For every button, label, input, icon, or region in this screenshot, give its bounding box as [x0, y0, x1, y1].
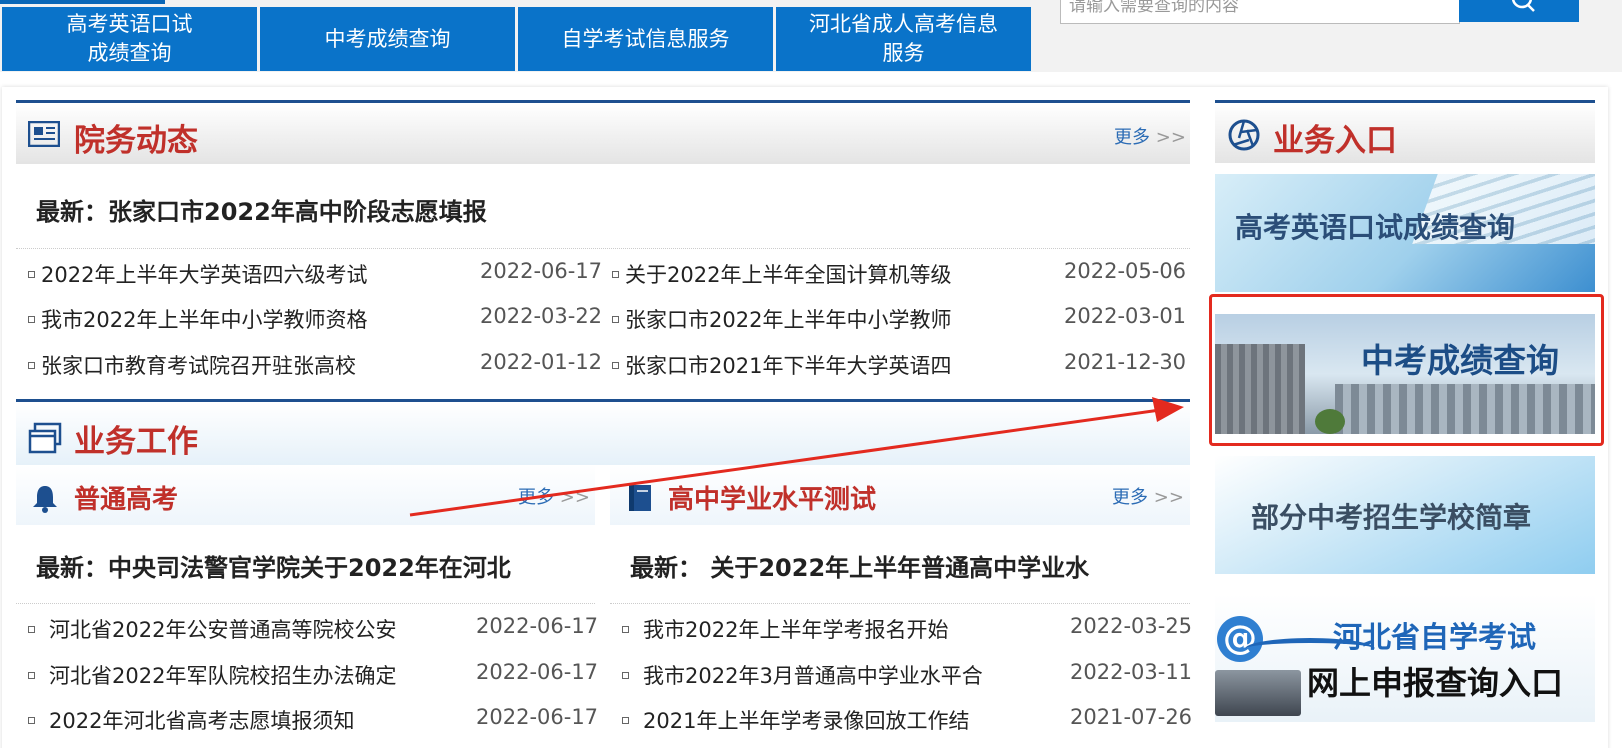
banner-label: 部分中考招生学校简章	[1251, 501, 1532, 534]
nav-label: 高考英语口试	[66, 12, 193, 36]
nav-item-gaokao-english-oral[interactable]: 高考英语口试 成绩查询	[2, 7, 257, 71]
more-link[interactable]: 更多 >>	[518, 483, 590, 509]
nav-item-adult-gaokao[interactable]: 河北省成人高考信息 服务	[776, 7, 1031, 71]
list-item-date: 2022-06-17	[476, 660, 599, 684]
search-input[interactable]: 请输入需要查询的内容	[1060, 0, 1460, 24]
nav-label: 服务	[882, 41, 925, 65]
divider	[610, 603, 1190, 604]
subsection-title: 高中学业水平测试	[668, 485, 877, 515]
list-item[interactable]: 张家口市教育考试院召开驻张高校	[28, 350, 356, 380]
search-button[interactable]	[1459, 0, 1579, 22]
bullet-square-icon	[28, 671, 35, 679]
nav-label: 中考成绩查询	[324, 26, 451, 51]
list-item[interactable]: 张家口市2022年上半年中小学教师	[612, 304, 951, 334]
bullet-square-icon	[622, 671, 629, 679]
annotation-highlight-box	[1209, 294, 1604, 446]
bullet-square-icon	[612, 270, 619, 278]
banner-label: 高考英语口试成绩查询	[1235, 211, 1516, 244]
double-chevron-right-icon: >>	[1155, 127, 1186, 148]
double-chevron-right-icon: >>	[1153, 487, 1184, 508]
list-item-date: 2022-01-12	[480, 350, 603, 374]
nav-label: 成绩查询	[87, 41, 172, 65]
banner-label: 网上申报查询入口	[1307, 664, 1564, 702]
latest-headline[interactable]: 最新：张家口市2022年高中阶段志愿填报	[36, 192, 487, 227]
nav-label: 河北省成人高考信息	[809, 12, 998, 36]
list-item[interactable]: 张家口市2021年下半年大学英语四	[612, 350, 951, 380]
bullet-square-icon	[28, 361, 35, 369]
aperture-icon	[1228, 119, 1260, 151]
bullet-square-icon	[612, 315, 619, 323]
news-section-header: 院务动态 更多 >>	[16, 100, 1190, 164]
entry-banner-gaokao-english[interactable]: 高考英语口试成绩查询	[1215, 174, 1595, 292]
list-item[interactable]: 2022年河北省高考志愿填报须知	[28, 705, 354, 735]
nav-label: 自学考试信息服务	[561, 26, 730, 51]
list-item[interactable]: 我市2022年上半年学考报名开始	[622, 614, 948, 644]
list-item[interactable]: 河北省2022年公安普通高等院校公安	[28, 614, 396, 644]
work-section-header: 业务工作	[16, 399, 1190, 465]
bell-icon	[33, 486, 57, 513]
window-icon	[28, 422, 62, 454]
bullet-square-icon	[28, 270, 35, 278]
more-link[interactable]: 更多 >>	[1114, 123, 1186, 149]
section-title: 业务工作	[74, 424, 198, 460]
section-title: 业务入口	[1273, 123, 1397, 159]
monitor-graphic	[1215, 670, 1301, 716]
list-item-date: 2021-12-30	[1064, 350, 1187, 374]
divider	[16, 248, 1190, 249]
double-chevron-right-icon: >>	[559, 487, 590, 508]
nav-item-zhongkao-score[interactable]: 中考成绩查询	[260, 7, 515, 71]
xueye-subsection-header: 高中学业水平测试 更多 >>	[610, 465, 1190, 525]
section-title: 院务动态	[74, 123, 198, 159]
latest-headline[interactable]: 最新：中央司法警官学院关于2022年在河北	[36, 548, 511, 583]
more-link[interactable]: 更多 >>	[1112, 483, 1184, 509]
bullet-square-icon	[612, 361, 619, 369]
list-item[interactable]: 我市2022年3月普通高中学业水平合	[622, 660, 983, 690]
nav-item-self-study-exam[interactable]: 自学考试信息服务	[518, 7, 773, 71]
book-icon	[629, 485, 651, 511]
list-item-date: 2021-07-26	[1070, 705, 1193, 729]
entry-banner-self-study-online[interactable]: @ 河北省自学考试 网上申报查询入口	[1215, 594, 1595, 722]
list-item[interactable]: 关于2022年上半年全国计算机等级	[612, 259, 951, 289]
bullet-square-icon	[622, 625, 629, 633]
latest-headline[interactable]: 最新： 关于2022年上半年普通高中学业水	[630, 548, 1089, 583]
divider	[16, 603, 595, 604]
subsection-title: 普通高考	[74, 485, 179, 515]
entry-banner-school-brochures[interactable]: 部分中考招生学校简章	[1215, 456, 1595, 574]
bullet-square-icon	[28, 315, 35, 323]
nav-tab-indicator	[0, 0, 165, 4]
list-item-date: 2022-03-11	[1070, 660, 1193, 684]
bullet-square-icon	[622, 716, 629, 724]
list-item[interactable]: 我市2022年上半年中小学教师资格	[28, 304, 367, 334]
list-item[interactable]: 2021年上半年学考录像回放工作结	[622, 705, 969, 735]
list-item-date: 2022-06-17	[480, 259, 603, 283]
list-item-date: 2022-03-25	[1070, 614, 1193, 638]
banner-label: 河北省自学考试	[1333, 620, 1537, 654]
bullet-square-icon	[28, 625, 35, 633]
list-item[interactable]: 河北省2022年军队院校招生办法确定	[28, 660, 396, 690]
newspaper-icon	[28, 121, 60, 147]
gaokao-subsection-header: 普通高考 更多 >>	[16, 465, 595, 525]
list-item-date: 2022-06-17	[476, 705, 599, 729]
list-item-date: 2022-05-06	[1064, 259, 1187, 283]
search-icon	[1511, 0, 1535, 12]
entry-section-header: 业务入口	[1215, 100, 1595, 163]
list-item[interactable]: 2022年上半年大学英语四六级考试	[28, 259, 367, 289]
list-item-date: 2022-03-01	[1064, 304, 1187, 328]
list-item-date: 2022-03-22	[480, 304, 603, 328]
bullet-square-icon	[28, 716, 35, 724]
list-item-date: 2022-06-17	[476, 614, 599, 638]
top-navigation-bar: 高考英语口试 成绩查询 中考成绩查询 自学考试信息服务 河北省成人高考信息 服务 请…	[0, 0, 1622, 72]
